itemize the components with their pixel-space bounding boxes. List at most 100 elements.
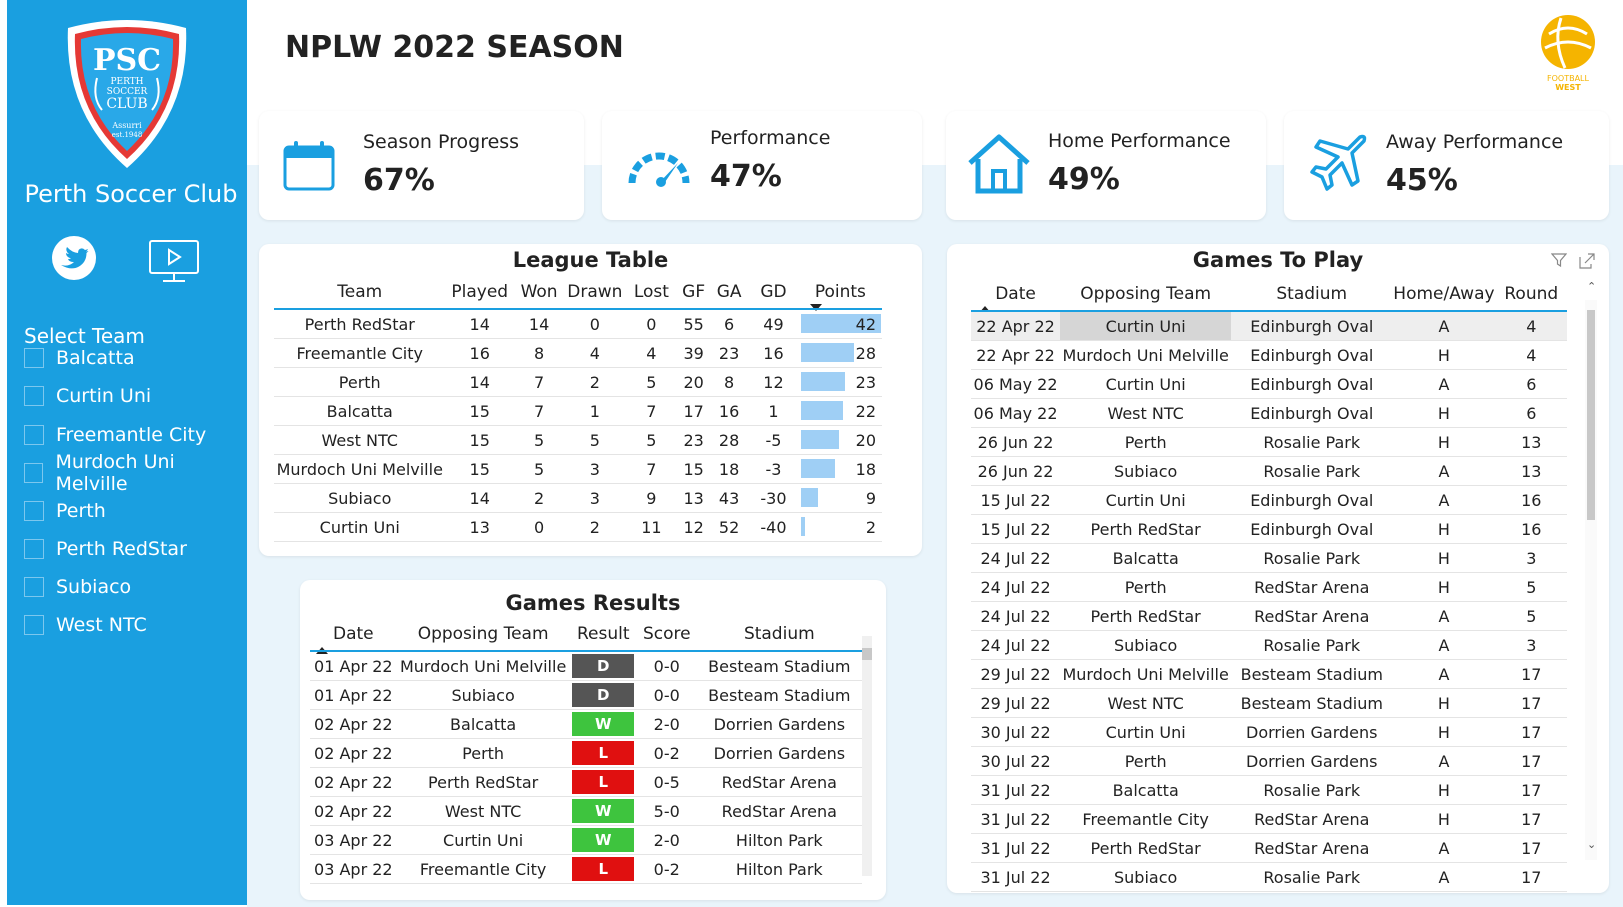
checkbox[interactable] (24, 577, 44, 597)
points-cell: 18 (799, 455, 882, 484)
col-header-lost[interactable]: Lost (626, 276, 678, 309)
table-row[interactable]: 26 Jun 22 Subiaco Rosalie Park A 13 (971, 457, 1567, 486)
table-row[interactable]: 26 Jun 22 Perth Rosalie Park H 13 (971, 428, 1567, 457)
table-row[interactable]: 06 May 22 Curtin Uni Edinburgh Oval A 6 (971, 370, 1567, 399)
table-row[interactable]: 02 Apr 22 Perth RedStar L 0-5 RedStar Arena (310, 768, 862, 797)
checkbox[interactable] (24, 501, 44, 521)
table-row[interactable]: 24 Jul 22 Balcatta Rosalie Park H 3 (971, 544, 1567, 573)
table-row[interactable]: 31 Jul 22 Subiaco Rosalie Park A 17 (971, 863, 1567, 892)
opposing-team-cell: Balcatta (1112, 548, 1179, 568)
table-row[interactable]: Balcatta 15 7 1 7 17 16 1 22 (274, 397, 882, 426)
col-header-gd[interactable]: GD (748, 276, 799, 309)
checkbox[interactable] (24, 463, 44, 483)
focus-mode-icon[interactable] (1579, 253, 1595, 269)
team-option-perth-redstar[interactable]: Perth RedStar (24, 535, 187, 563)
table-row[interactable]: 24 Jul 22 Subiaco Rosalie Park A 3 (971, 631, 1567, 660)
lost-cell: 5 (646, 372, 657, 392)
play-scrollbar[interactable] (1585, 300, 1597, 860)
table-row[interactable]: 24 Jul 22 Perth RedStar RedStar Arena A 5 (971, 602, 1567, 631)
play-scrollbar-thumb[interactable] (1587, 310, 1595, 520)
team-cell: Balcatta (326, 401, 393, 421)
col-header-round[interactable]: Round (1496, 278, 1567, 311)
table-row[interactable]: 01 Apr 22 Murdoch Uni Melville D 0-0 Besteam… (310, 651, 862, 681)
table-row[interactable]: 15 Jul 22 Perth RedStar Edinburgh Oval H 16 (971, 515, 1567, 544)
table-row[interactable]: 02 Apr 22 West NTC W 5-0 RedStar Arena (310, 797, 862, 826)
stadium-cell: Rosalie Park (1263, 461, 1361, 481)
col-header-team[interactable]: Team (274, 276, 446, 309)
table-row[interactable]: 02 Apr 22 Balcatta W 2-0 Dorrien Gardens (310, 710, 862, 739)
col-header-ga[interactable]: GA (710, 276, 748, 309)
table-row[interactable]: Subiaco 14 2 3 9 13 43 -30 9 (274, 484, 882, 513)
table-row[interactable]: Perth 14 7 2 5 20 8 12 23 (274, 368, 882, 397)
col-header-date[interactable]: Date (310, 618, 397, 651)
team-option-balcatta[interactable]: Balcatta (24, 344, 135, 372)
table-row[interactable]: 03 Apr 22 Freemantle City L 0-2 Hilton Park (310, 855, 862, 884)
results-scrollbar-thumb[interactable] (862, 648, 872, 660)
col-header-won[interactable]: Won (514, 276, 564, 309)
col-header-home-away[interactable]: Home/Away (1392, 278, 1495, 311)
table-row[interactable]: Curtin Uni 13 0 2 11 12 52 -40 2 (274, 513, 882, 542)
table-row[interactable]: 31 Jul 22 Balcatta Rosalie Park H 17 (971, 776, 1567, 805)
kpi-value: 49% (1048, 162, 1120, 197)
twitter-icon[interactable] (51, 235, 97, 281)
team-option-murdoch-uni-melville[interactable]: Murdoch Uni Melville (24, 451, 247, 495)
scroll-up-icon[interactable]: ⌃ (1587, 280, 1596, 293)
scroll-down-icon[interactable]: ⌄ (1587, 838, 1596, 851)
table-row[interactable]: 15 Jul 22 Curtin Uni Edinburgh Oval A 16 (971, 486, 1567, 515)
points-cell: 20 (799, 426, 882, 455)
opposing-team-cell: Subiaco (1114, 635, 1178, 655)
table-row[interactable]: 29 Jul 22 Murdoch Uni Melville Besteam Sta… (971, 660, 1567, 689)
col-header-stadium[interactable]: Stadium (1231, 278, 1392, 311)
table-row[interactable]: 03 Apr 22 Curtin Uni W 2-0 Hilton Park (310, 826, 862, 855)
opposing-team-cell: Balcatta (450, 714, 517, 734)
col-header-score[interactable]: Score (637, 618, 697, 651)
col-header-opposing-team[interactable]: Opposing Team (397, 618, 570, 651)
stadium-cell: Hilton Park (735, 859, 823, 879)
table-row[interactable]: Murdoch Uni Melville 15 5 3 7 15 18 -3 18 (274, 455, 882, 484)
stadium-cell: Edinburgh Oval (1250, 490, 1374, 510)
date-cell: 24 Jul 22 (980, 577, 1051, 597)
date-cell: 03 Apr 22 (314, 859, 393, 879)
table-row[interactable]: 30 Jul 22 Perth Dorrien Gardens A 17 (971, 747, 1567, 776)
table-row[interactable]: 29 Jul 22 West NTC Besteam Stadium H 17 (971, 689, 1567, 718)
stadium-cell: Dorrien Gardens (1246, 722, 1378, 742)
team-option-freemantle-city[interactable]: Freemantle City (24, 421, 206, 449)
col-header-stadium[interactable]: Stadium (697, 618, 862, 651)
table-row[interactable]: 22 Apr 22 Murdoch Uni Melville Edinburgh O… (971, 341, 1567, 370)
table-row[interactable]: 31 Jul 22 Freemantle City RedStar Arena H 17 (971, 805, 1567, 834)
checkbox[interactable] (24, 615, 44, 635)
team-option-west-ntc[interactable]: West NTC (24, 611, 147, 639)
table-row[interactable]: Perth RedStar 14 14 0 0 55 6 49 42 (274, 309, 882, 339)
checkbox[interactable] (24, 386, 44, 406)
table-row[interactable]: 01 Apr 22 Subiaco D 0-0 Besteam Stadium (310, 681, 862, 710)
team-option-perth[interactable]: Perth (24, 497, 106, 525)
checkbox[interactable] (24, 348, 44, 368)
col-header-points[interactable]: Points (799, 276, 882, 309)
col-header-result[interactable]: Result (570, 618, 637, 651)
table-row[interactable]: 22 Apr 22 Curtin Uni Edinburgh Oval A 4 (971, 311, 1567, 341)
filter-icon[interactable] (1551, 252, 1567, 268)
table-row[interactable]: 24 Jul 22 Perth RedStar Arena H 5 (971, 573, 1567, 602)
col-header-gf[interactable]: GF (677, 276, 710, 309)
table-row[interactable]: 06 May 22 West NTC Edinburgh Oval H 6 (971, 399, 1567, 428)
results-scrollbar[interactable] (862, 636, 872, 876)
table-row[interactable]: 30 Jul 22 Curtin Uni Dorrien Gardens H 17 (971, 718, 1567, 747)
table-row[interactable]: West NTC 15 5 5 5 23 28 -5 20 (274, 426, 882, 455)
col-header-opposing-team[interactable]: Opposing Team (1060, 278, 1231, 311)
won-cell: 5 (533, 459, 545, 479)
table-row[interactable]: Freemantle City 16 8 4 4 39 23 16 28 (274, 339, 882, 368)
checkbox[interactable] (24, 539, 44, 559)
home-away-cell: H (1437, 519, 1450, 539)
video-icon[interactable] (147, 238, 201, 286)
col-header-date[interactable]: Date (971, 278, 1060, 311)
col-header-drawn[interactable]: Drawn (564, 276, 625, 309)
table-row[interactable]: 02 Apr 22 Perth L 0-2 Dorrien Gardens (310, 739, 862, 768)
won-cell: 7 (533, 372, 545, 392)
col-header-played[interactable]: Played (446, 276, 514, 309)
opposing-team-cell: Freemantle City (419, 859, 547, 879)
table-row[interactable]: 31 Jul 22 Perth RedStar RedStar Arena A 17 (971, 834, 1567, 863)
checkbox[interactable] (24, 425, 44, 445)
team-option-subiaco[interactable]: Subiaco (24, 573, 131, 601)
team-option-curtin-uni[interactable]: Curtin Uni (24, 382, 151, 410)
result-badge: W (572, 828, 635, 852)
